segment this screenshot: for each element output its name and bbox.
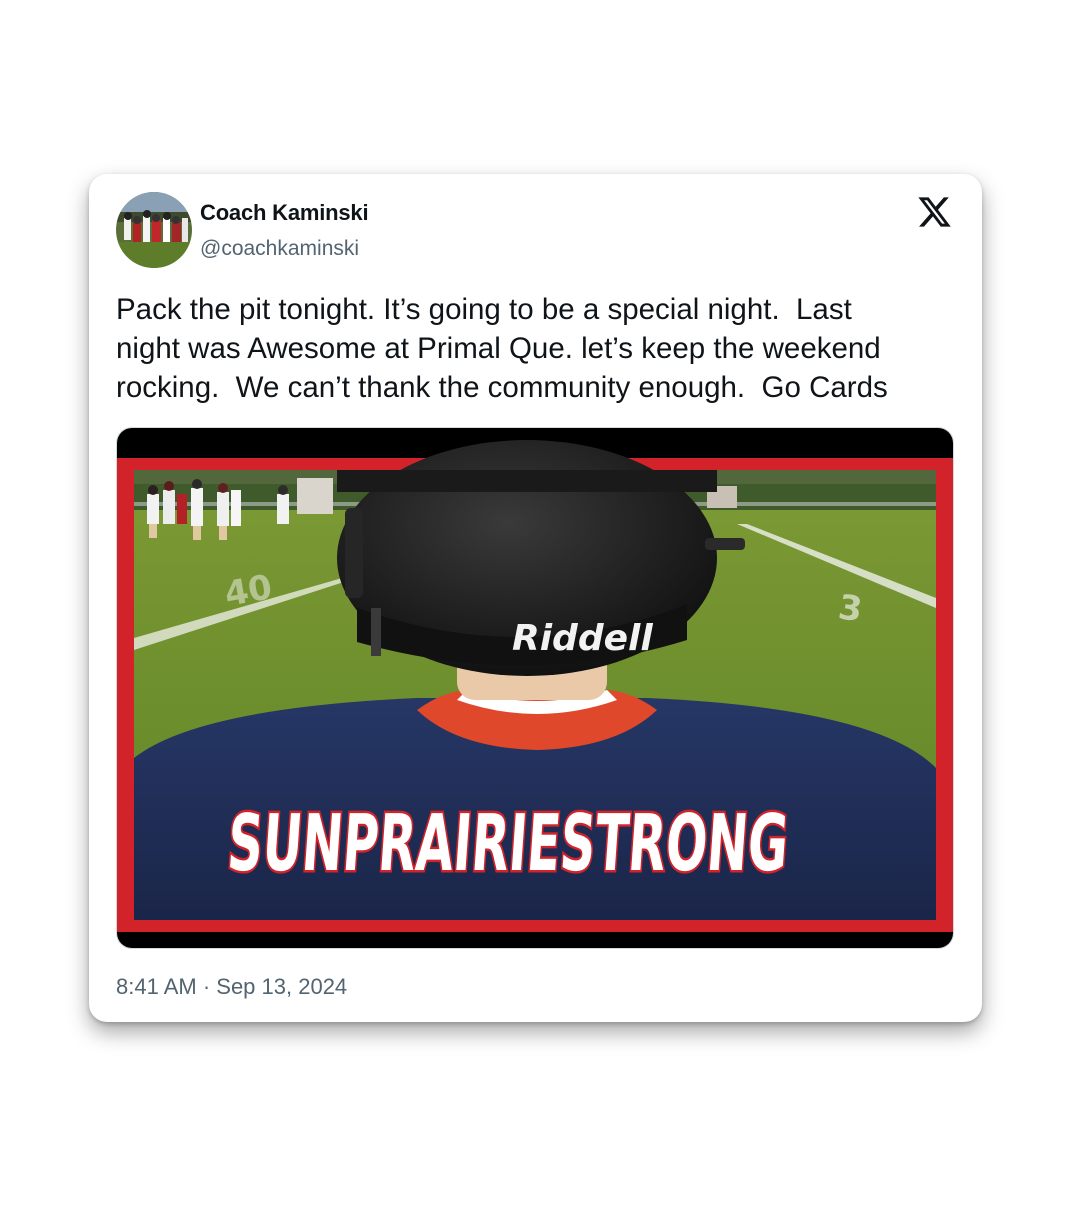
tweet-timestamp[interactable]: 8:41 AM · Sep 13, 2024 <box>116 973 347 1001</box>
tweet-text: Pack the pit tonight. It’s going to be a… <box>116 293 888 404</box>
tweet-card: Coach Kaminski @coachkaminski Pack the p… <box>89 174 982 1022</box>
avatar[interactable] <box>116 192 192 268</box>
jersey-text: SUNPRAIRIESTRONG <box>225 799 791 889</box>
x-logo-icon[interactable] <box>916 194 953 230</box>
helmet-brand-text: Riddell <box>512 618 653 659</box>
field-number-left: 40 <box>222 567 276 615</box>
author-name[interactable]: Coach Kaminski <box>200 200 369 226</box>
author-handle[interactable]: @coachkaminski <box>200 236 359 262</box>
avatar-photo <box>116 192 192 268</box>
tweet-media-image[interactable]: 40 3 Riddell SUNPRAIRIESTRONG <box>116 427 954 949</box>
